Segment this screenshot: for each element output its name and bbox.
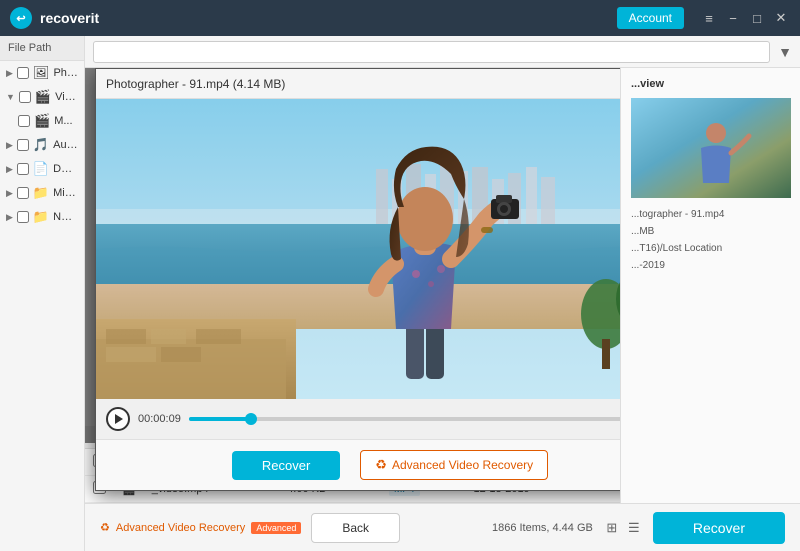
sidebar-item-videos[interactable]: ▼ 🎬 Video... <box>0 85 84 109</box>
video-sub-checkbox[interactable] <box>18 115 30 127</box>
preview-panel-title: ...view <box>631 78 790 90</box>
advanced-video-recovery-label[interactable]: ♻ Advanced Video Recovery Advanced <box>100 521 301 534</box>
preview-window: Photographer - 91.mp4 (4.14 MB) ✕ <box>95 68 620 491</box>
sidebar-label-photos: Photo... <box>53 67 78 79</box>
file-list-area: Photographer - 91.mp4 (4.14 MB) ✕ <box>85 68 620 503</box>
grid-view-icon[interactable]: ⊞ <box>603 519 621 537</box>
back-button[interactable]: Back <box>311 513 400 543</box>
preview-info-path: ...T16)/Lost Location <box>631 240 790 257</box>
sidebar-header: File Path <box>0 36 84 61</box>
list-view-icon[interactable]: ☰ <box>625 519 643 537</box>
titlebar-right: Account ≡ − □ ✕ <box>617 7 790 29</box>
preview-modal: Photographer - 91.mp4 (4.14 MB) ✕ <box>85 68 620 443</box>
titlebar-left: ↩ recoverit <box>10 7 99 29</box>
content-topbar: ▼ <box>85 36 800 68</box>
arrow-icon: ▶ <box>6 68 13 79</box>
arrow-icon-misc: ▶ <box>6 188 13 199</box>
recover-preview-button[interactable]: Recover <box>232 451 340 480</box>
preview-panel: ...view <box>620 68 800 503</box>
noext-checkbox[interactable] <box>17 211 29 223</box>
sidebar-label-misc: Miscel... <box>53 187 78 199</box>
progress-thumb <box>245 413 257 425</box>
preview-panel-info: ...tographer - 91.mp4 ...MB ...T16)/Lost… <box>631 206 790 274</box>
window-controls: ≡ − □ ✕ <box>700 9 790 27</box>
titlebar: ↩ recoverit Account ≡ − □ ✕ <box>0 0 800 36</box>
account-button[interactable]: Account <box>617 7 684 29</box>
sidebar-item-audio[interactable]: ▶ 🎵 Audio... <box>0 133 84 157</box>
preview-title: Photographer - 91.mp4 (4.14 MB) <box>106 77 285 91</box>
sidebar: File Path ▶ 🖼 Photo... ▼ 🎬 Video... 🎬 M.… <box>0 36 85 551</box>
sidebar-item-misc[interactable]: ▶ 📁 Miscel... <box>0 181 84 205</box>
photos-checkbox[interactable] <box>17 67 29 79</box>
docs-checkbox[interactable] <box>17 163 29 175</box>
preview-thumb-svg <box>631 98 791 198</box>
preview-info-filename: ...tographer - 91.mp4 <box>631 206 790 223</box>
play-button[interactable] <box>106 407 130 431</box>
video-frame <box>96 99 620 399</box>
advanced-video-icon: ♻ <box>375 457 387 473</box>
content-inner: Photographer - 91.mp4 (4.14 MB) ✕ <box>85 68 800 503</box>
items-count: 1866 Items, 4.44 GB <box>492 522 593 534</box>
sidebar-item-photos[interactable]: ▶ 🖼 Photo... <box>0 61 84 85</box>
advanced-badge: Advanced <box>251 522 301 534</box>
view-toggle: ⊞ ☰ <box>603 519 643 537</box>
menu-button[interactable]: ≡ <box>700 9 718 27</box>
adv-video-icon: ♻ <box>100 521 110 534</box>
progress-fill <box>189 417 254 421</box>
preview-actions: Recover ♻ Advanced Video Recovery <box>96 439 620 490</box>
audio-checkbox[interactable] <box>17 139 29 151</box>
minimize-button[interactable]: − <box>724 9 742 27</box>
arrow-icon-video: ▼ <box>6 92 15 102</box>
filter-icon[interactable]: ▼ <box>778 44 792 60</box>
arrow-icon-audio: ▶ <box>6 140 13 151</box>
close-button[interactable]: ✕ <box>772 9 790 27</box>
preview-panel-thumbnail <box>631 98 791 198</box>
maximize-button[interactable]: □ <box>748 9 766 27</box>
sidebar-item-video-sub[interactable]: 🎬 M... <box>0 109 84 133</box>
sidebar-item-noext[interactable]: ▶ 📁 No Ext... <box>0 205 84 229</box>
main-layout: File Path ▶ 🖼 Photo... ▼ 🎬 Video... 🎬 M.… <box>0 36 800 551</box>
arrow-icon-noext: ▶ <box>6 212 13 223</box>
sidebar-item-docs[interactable]: ▶ 📄 Docum... <box>0 157 84 181</box>
video-controls: 00:00:09 00:00:06 <box>96 399 620 439</box>
bottom-bar: ♻ Advanced Video Recovery Advanced Back … <box>85 503 800 551</box>
preview-titlebar: Photographer - 91.mp4 (4.14 MB) ✕ <box>96 69 620 99</box>
sidebar-label-videos: Video... <box>55 91 78 103</box>
videos-checkbox[interactable] <box>19 91 31 103</box>
sidebar-label-docs: Docum... <box>53 163 78 175</box>
play-triangle-icon <box>115 414 123 424</box>
bottom-left: ♻ Advanced Video Recovery Advanced Back <box>100 513 400 543</box>
app-logo: ↩ <box>10 7 32 29</box>
misc-checkbox[interactable] <box>17 187 29 199</box>
preview-info-date: ...-2019 <box>631 257 790 274</box>
advanced-video-preview-button[interactable]: ♻ Advanced Video Recovery <box>360 450 548 480</box>
app-brand: recoverit <box>40 10 99 26</box>
preview-info-size: ...MB <box>631 223 790 240</box>
progress-bar[interactable] <box>189 417 620 421</box>
search-input[interactable] <box>93 41 770 63</box>
recover-main-button[interactable]: Recover <box>653 512 785 544</box>
time-current: 00:00:09 <box>138 413 181 425</box>
arrow-icon-docs: ▶ <box>6 164 13 175</box>
sidebar-label-video-sub: M... <box>54 115 72 127</box>
sidebar-label-noext: No Ext... <box>53 211 78 223</box>
bottom-right: 1866 Items, 4.44 GB ⊞ ☰ Recover <box>492 512 785 544</box>
content-area: ▼ Photographer - 91.mp4 (4.14 MB) ✕ <box>85 36 800 551</box>
video-container <box>96 99 620 399</box>
adv-video-text: Advanced Video Recovery <box>116 522 245 534</box>
sidebar-label-audio: Audio... <box>53 139 78 151</box>
